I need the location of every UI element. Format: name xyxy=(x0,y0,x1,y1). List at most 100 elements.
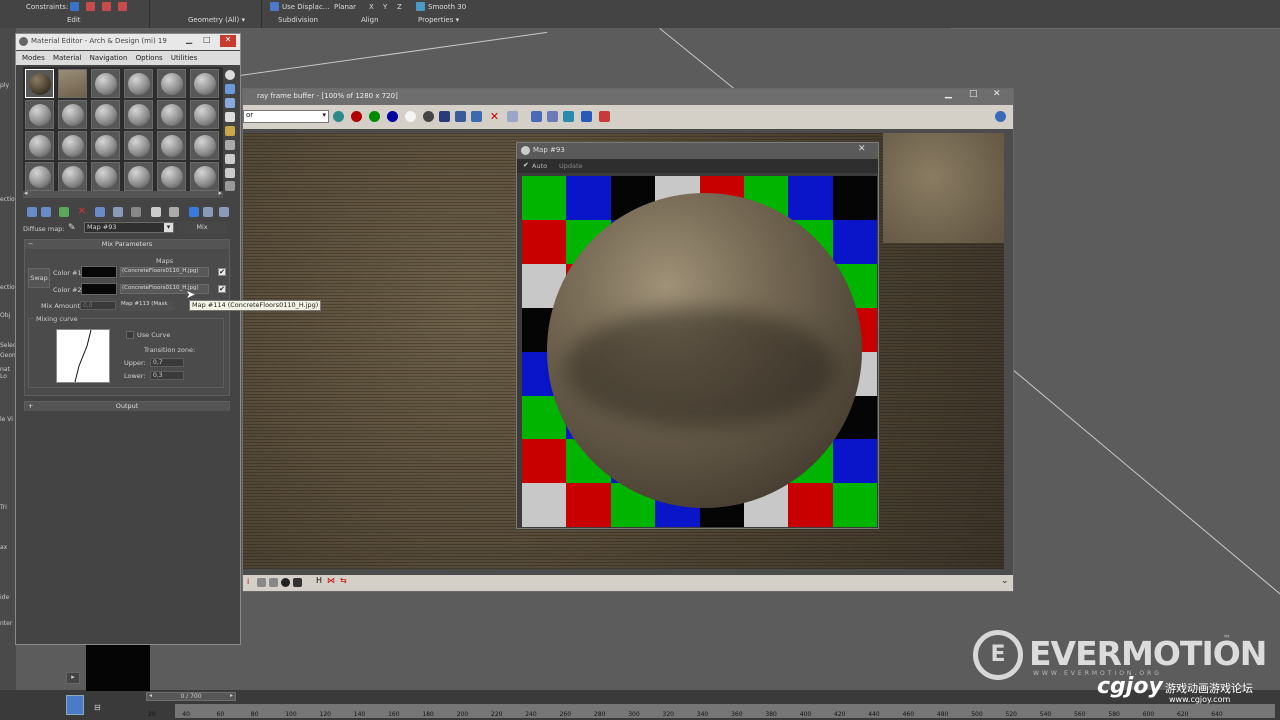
background-icon[interactable] xyxy=(225,98,235,108)
scroll-right-icon[interactable]: ▸ xyxy=(218,189,222,197)
smooth-label[interactable]: Smooth 30 xyxy=(428,3,466,11)
lens-effects-icon[interactable] xyxy=(563,111,574,122)
ribbon-subdivision-label[interactable]: Subdivision xyxy=(278,16,318,24)
material-id-channel-icon[interactable] xyxy=(131,207,141,217)
material-sample-slot[interactable] xyxy=(91,100,120,129)
copy-icon[interactable] xyxy=(455,111,466,122)
red-channel-icon[interactable] xyxy=(351,111,362,122)
region-icon[interactable] xyxy=(531,111,542,122)
green-channel-icon[interactable] xyxy=(369,111,380,122)
close-icon[interactable]: ✕ xyxy=(858,144,866,154)
maximize-icon[interactable]: □ xyxy=(969,89,978,99)
color-corrections-icon[interactable] xyxy=(599,111,610,122)
material-sample-slot[interactable] xyxy=(124,69,153,98)
maximize-icon[interactable]: □ xyxy=(203,35,211,44)
color2-map-button[interactable]: (ConcreteFloors0110_H.jpg) xyxy=(120,284,209,294)
flip-h-icon[interactable]: H xyxy=(316,576,322,585)
material-sample-slot[interactable] xyxy=(157,131,186,160)
use-displace-icon[interactable] xyxy=(270,2,279,11)
material-sample-slot[interactable] xyxy=(25,69,54,98)
material-sample-slot[interactable] xyxy=(25,162,54,191)
select-by-material-icon[interactable] xyxy=(225,168,235,178)
show-end-result-icon[interactable] xyxy=(169,207,179,217)
put-to-library-icon[interactable] xyxy=(113,207,123,217)
update-button[interactable]: Update xyxy=(559,162,583,170)
output-rollout[interactable]: + Output xyxy=(25,402,229,411)
flip-v-icon[interactable]: ⋈ xyxy=(327,576,335,585)
open-icon[interactable] xyxy=(471,111,482,122)
constraint-none-icon[interactable] xyxy=(70,2,79,11)
material-sample-slot[interactable] xyxy=(124,100,153,129)
channel-dropdown[interactable]: or ▾ xyxy=(243,110,329,123)
menu-modes[interactable]: Modes xyxy=(22,54,45,62)
material-sample-slot[interactable] xyxy=(190,100,219,129)
material-sample-slot[interactable] xyxy=(157,69,186,98)
menu-navigation[interactable]: Navigation xyxy=(90,54,128,62)
pick-material-icon[interactable] xyxy=(219,207,229,217)
compare-icon[interactable]: ⇆ xyxy=(340,576,347,585)
clear-icon[interactable]: ✕ xyxy=(489,111,500,122)
uv-tiling-icon[interactable] xyxy=(225,112,235,122)
mix-parameters-rollout[interactable]: − Mix Parameters xyxy=(25,240,229,249)
color1-swatch[interactable] xyxy=(81,266,117,278)
lower-spinner[interactable]: 0,3 xyxy=(150,371,184,380)
material-sample-slot[interactable] xyxy=(124,131,153,160)
pixel-aspect-icon[interactable] xyxy=(293,578,302,587)
mix-amount-spinner[interactable]: 0,0 xyxy=(80,301,116,310)
ribbon-geometry-label[interactable]: Geometry (All) ▾ xyxy=(188,16,245,24)
material-sample-slot[interactable] xyxy=(91,69,120,98)
material-editor-window[interactable]: Material Editor - Arch & Design (mi) 19 … xyxy=(15,33,241,645)
make-unique-icon[interactable] xyxy=(95,207,105,217)
material-sample-slot[interactable] xyxy=(157,162,186,191)
minimize-icon[interactable]: ▁ xyxy=(945,89,952,99)
material-sample-slot[interactable] xyxy=(190,162,219,191)
map-preview-titlebar[interactable]: Map #93 ✕ xyxy=(517,143,878,159)
color1-map-checkbox[interactable]: ✔ xyxy=(218,268,226,276)
use-displace-label[interactable]: Use Displac... xyxy=(282,3,330,11)
assign-to-selection-icon[interactable] xyxy=(59,207,69,217)
close-icon[interactable]: ✕ xyxy=(993,89,1001,99)
lut-icon[interactable] xyxy=(281,578,290,587)
constraint-normal-icon[interactable] xyxy=(118,2,127,11)
material-sample-slot[interactable] xyxy=(91,162,120,191)
align-x-button[interactable]: X xyxy=(369,3,374,11)
video-check-icon[interactable] xyxy=(225,126,235,136)
mono-icon[interactable] xyxy=(423,111,434,122)
color2-map-checkbox[interactable]: ✔ xyxy=(218,285,226,293)
mix-amount-map-button[interactable]: Map #113 (Mask xyxy=(120,301,174,311)
mini-listener-icon[interactable] xyxy=(66,695,84,715)
close-button[interactable]: ✕ xyxy=(220,35,236,47)
rgb-channels-icon[interactable] xyxy=(333,111,344,122)
use-curve-checkbox[interactable] xyxy=(126,331,134,339)
slots-scrollbar[interactable]: ◂ ▸ xyxy=(23,189,223,198)
blue-channel-icon[interactable] xyxy=(387,111,398,122)
material-sample-slot[interactable] xyxy=(58,162,87,191)
material-sample-slot[interactable] xyxy=(58,69,87,98)
scroll-left-icon[interactable]: ◂ xyxy=(24,189,28,197)
smooth-icon[interactable] xyxy=(416,2,425,11)
constraint-face-icon[interactable] xyxy=(102,2,111,11)
color1-map-button[interactable]: (ConcreteFloors0110_H.jpg) xyxy=(120,267,209,277)
material-sample-slot[interactable] xyxy=(91,131,120,160)
material-sample-slot[interactable] xyxy=(58,131,87,160)
eyedropper-icon[interactable]: ✎ xyxy=(68,223,76,233)
upper-spinner[interactable]: 0,7 xyxy=(150,358,184,367)
map-name-field[interactable]: Map #93 ▾ xyxy=(84,222,174,233)
track-mouse-icon[interactable] xyxy=(547,111,558,122)
info-icon[interactable]: i xyxy=(247,577,249,586)
reset-map-icon[interactable]: ✕ xyxy=(77,207,87,217)
play-icon[interactable]: ▸ xyxy=(66,672,80,684)
constraint-edge-icon[interactable] xyxy=(86,2,95,11)
ribbon-properties-label[interactable]: Properties ▾ xyxy=(418,16,459,24)
material-sample-slot[interactable] xyxy=(190,131,219,160)
teapot-render-icon[interactable] xyxy=(995,111,1006,122)
time-slider[interactable]: ◂ 0 / 700 ▸ xyxy=(146,692,236,701)
backlight-icon[interactable] xyxy=(225,84,235,94)
ribbon-align-label[interactable]: Align xyxy=(361,16,379,24)
frame-buffer-titlebar[interactable]: ray frame buffer - [100% of 1280 x 720] … xyxy=(243,89,1013,105)
material-editor-titlebar[interactable]: Material Editor - Arch & Design (mi) 19 … xyxy=(16,34,240,50)
material-sample-slot[interactable] xyxy=(25,131,54,160)
stats-icon[interactable] xyxy=(257,578,266,587)
go-to-parent-icon[interactable] xyxy=(189,207,199,217)
options-icon[interactable] xyxy=(225,154,235,164)
